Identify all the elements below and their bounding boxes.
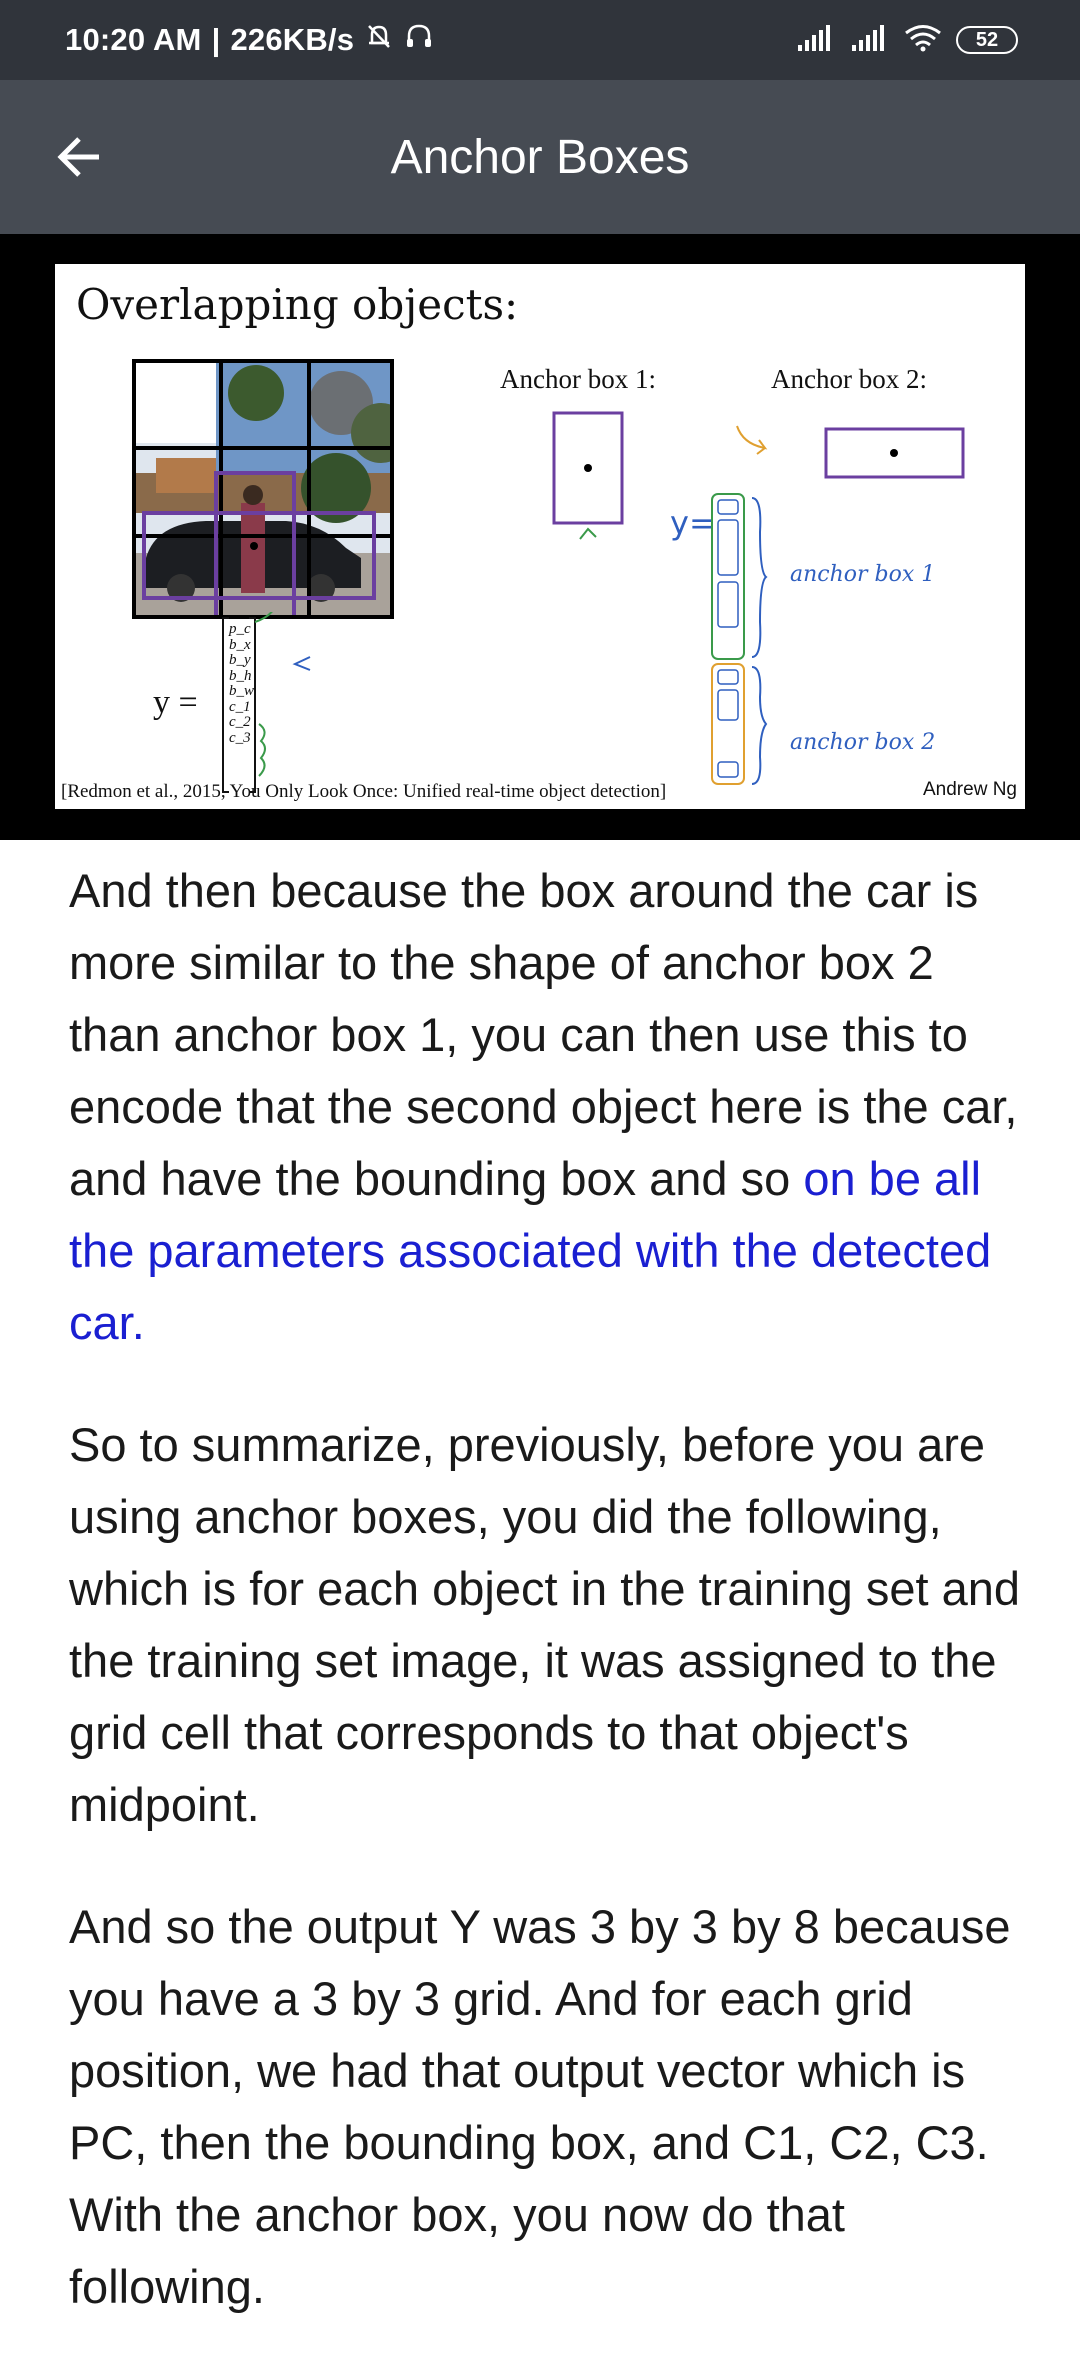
status-bar: 10:20 AM | 226KB/s 52 [0, 0, 1080, 80]
alarm-off-icon [364, 21, 394, 59]
handwritten-vector [711, 493, 768, 785]
status-left: 10:20 AM | 226KB/s [65, 0, 434, 80]
video-player[interactable]: Overlapping objects: y = p_c b_x b_y b_h… [0, 234, 1080, 840]
page-title: Anchor Boxes [390, 130, 690, 184]
transcript: And then because the box around the car … [69, 855, 1029, 2373]
y-equation-label: y = [153, 684, 198, 721]
slide-citation: [Redmon et al., 2015, You Only Look Once… [61, 781, 667, 802]
headset-icon [404, 21, 434, 59]
status-time: 10:20 AM [65, 22, 202, 57]
handwritten-anchor-box-2: anchor box 2 [790, 730, 936, 755]
grid-image [132, 359, 394, 619]
status-speed: 226KB/s [230, 22, 355, 57]
battery-icon: 52 [956, 26, 1018, 54]
handwritten-anchor-box-1: anchor box 1 [790, 562, 936, 587]
transcript-paragraph[interactable]: So to summarize, previously, before you … [69, 1409, 1029, 1841]
status-separator: | [211, 22, 221, 57]
slide-author: Andrew Ng [923, 779, 1017, 800]
app-bar: Anchor Boxes [0, 80, 1080, 234]
anchor-box-1-label: Anchor box 1: [500, 364, 656, 394]
vector-element: c_2 [229, 714, 251, 730]
lecture-slide: Overlapping objects: y = p_c b_x b_y b_h… [55, 264, 1025, 809]
anchor-box-1-shape [552, 411, 624, 540]
status-right: 52 [796, 0, 1018, 80]
vector-element: b_w [229, 683, 255, 699]
vector-element: c_3 [229, 729, 251, 746]
handwritten-y: y= [670, 504, 716, 542]
vector-element: c_1 [229, 698, 251, 715]
battery-level: 52 [975, 28, 999, 51]
slide-title: Overlapping objects: [76, 280, 519, 329]
anchor-box-2-label: Anchor box 2: [771, 364, 927, 394]
transcript-paragraph[interactable]: And so the output Y was 3 by 3 by 8 beca… [69, 1891, 1029, 2323]
handwritten-notes: y= anchor box 1 anchor box 2 [670, 492, 1015, 792]
signal-icon [796, 24, 836, 56]
pen-arrows [254, 612, 311, 671]
signal-icon [850, 24, 890, 56]
wifi-icon [904, 24, 942, 57]
transcript-paragraph[interactable]: And then because the box around the car … [69, 855, 1029, 1359]
